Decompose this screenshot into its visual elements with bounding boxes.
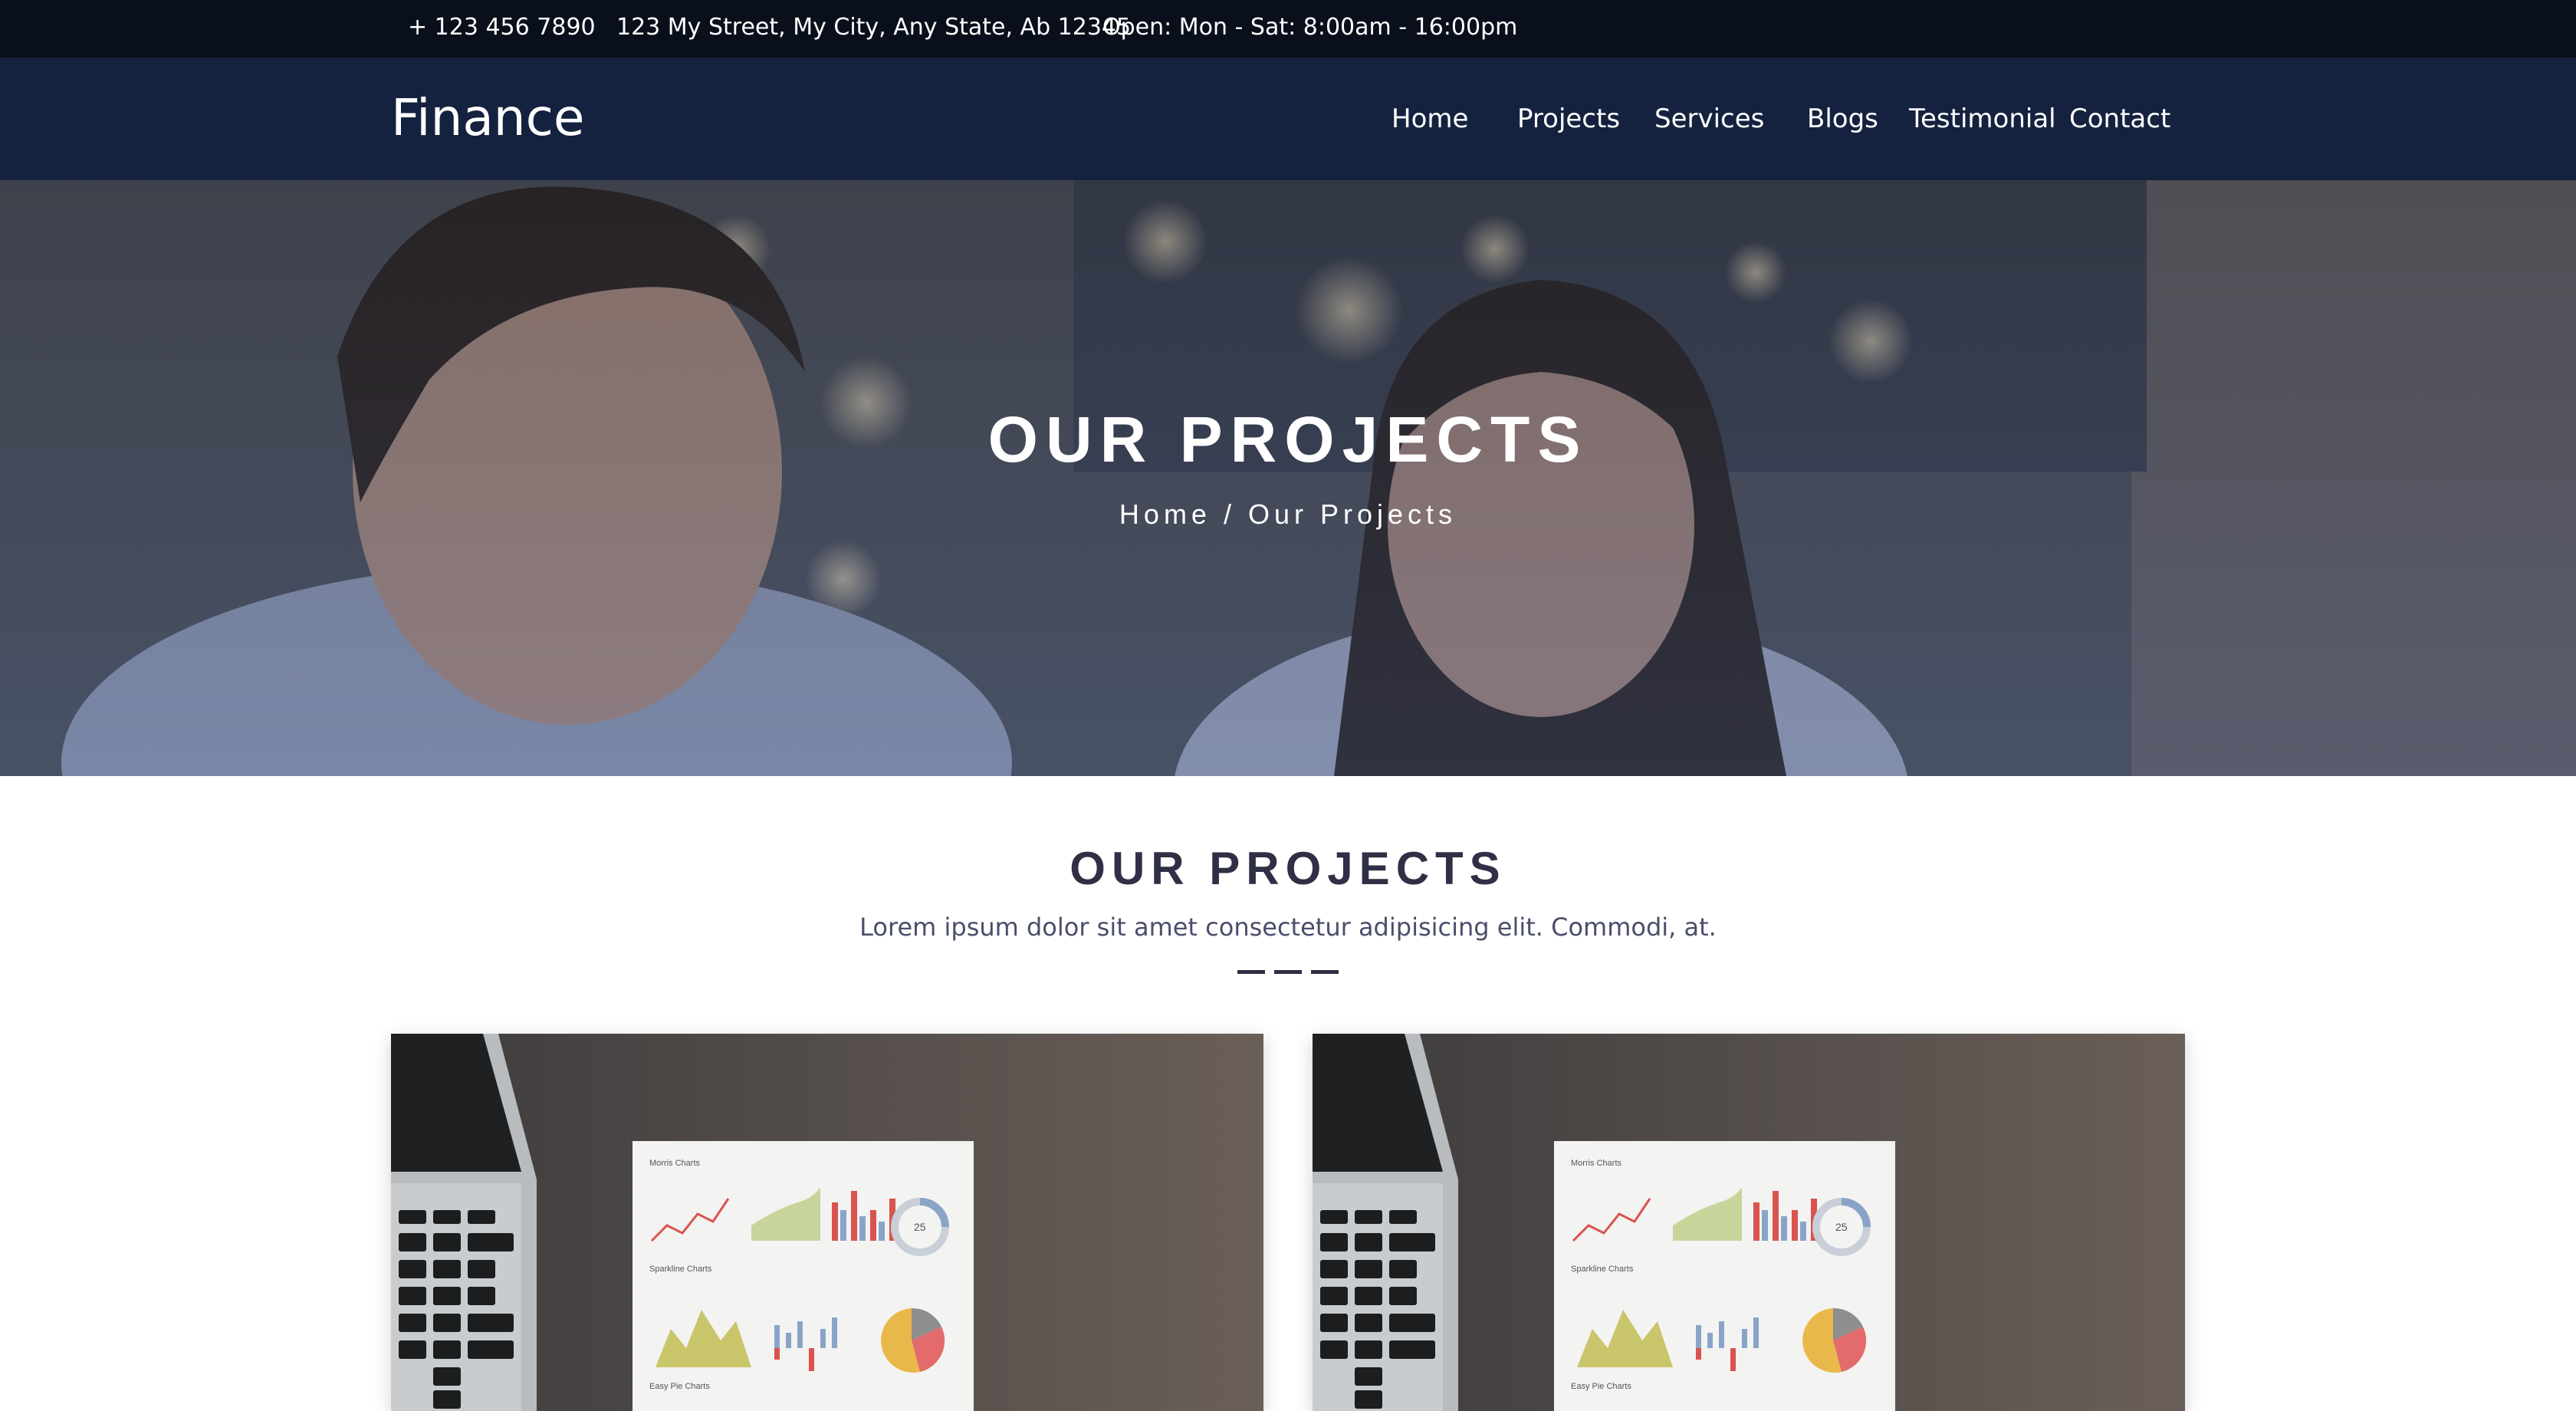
donut-label: 25	[914, 1221, 926, 1233]
project-card[interactable]: Morris Charts 25 Sparkline Charts Easy P…	[391, 1034, 1263, 1411]
nav-link-services[interactable]: Services	[1654, 104, 1764, 134]
hero-title: OUR PROJECTS	[987, 403, 1589, 475]
laptop-with-financial-charts-photo: Morris Charts 25 Sparkline Charts Easy P…	[1313, 1034, 2185, 1411]
hero-background-photo	[0, 180, 2576, 776]
nav-link-contact[interactable]: Contact	[2069, 104, 2170, 134]
top-info-bar: + 123 456 7890 123 My Street, My City, A…	[0, 0, 2576, 58]
breadcrumb-separator: /	[1223, 498, 1236, 530]
donut-label: 25	[1835, 1221, 1848, 1233]
breadcrumb-home-link[interactable]: Home	[1119, 498, 1211, 530]
breadcrumb: Home / Our Projects	[0, 498, 2576, 531]
sheet-heading: Easy Pie Charts	[649, 1382, 710, 1391]
hero-banner: OUR PROJECTS Home / Our Projects	[0, 180, 2576, 776]
address: 123 My Street, My City, Any State, Ab 12…	[616, 14, 1132, 41]
title-divider-dash	[1237, 970, 1265, 974]
sheet-heading: Sparkline Charts	[1571, 1265, 1634, 1274]
nav-link-home[interactable]: Home	[1392, 104, 1468, 134]
nav-link-blogs[interactable]: Blogs	[1807, 104, 1878, 134]
main-navbar: Finance Home Projects Services Blogs Tes…	[0, 58, 2576, 180]
brand-logo[interactable]: Finance	[391, 88, 585, 147]
laptop-with-financial-charts-photo: Morris Charts 25 Sparkline Charts Easy P…	[391, 1034, 1263, 1411]
title-divider-dash	[1274, 970, 1302, 974]
project-card[interactable]: Morris Charts 25 Sparkline Charts Easy P…	[1313, 1034, 2185, 1411]
nav-link-testimonial[interactable]: Testimonial	[1909, 104, 2056, 134]
opening-hours: Open: Mon - Sat: 8:00am - 16:00pm	[1102, 14, 1518, 41]
sheet-heading: Easy Pie Charts	[1571, 1382, 1631, 1391]
breadcrumb-current: Our Projects	[1248, 498, 1457, 530]
phone-number[interactable]: + 123 456 7890	[408, 14, 596, 41]
title-divider-dash	[1311, 970, 1339, 974]
section-title: OUR PROJECTS	[1070, 843, 1506, 894]
section-subtitle: Lorem ipsum dolor sit amet consectetur a…	[859, 913, 1717, 942]
sheet-heading: Morris Charts	[649, 1159, 701, 1168]
sheet-heading: Morris Charts	[1571, 1159, 1622, 1168]
nav-link-projects[interactable]: Projects	[1517, 104, 1620, 134]
sheet-heading: Sparkline Charts	[649, 1265, 712, 1274]
